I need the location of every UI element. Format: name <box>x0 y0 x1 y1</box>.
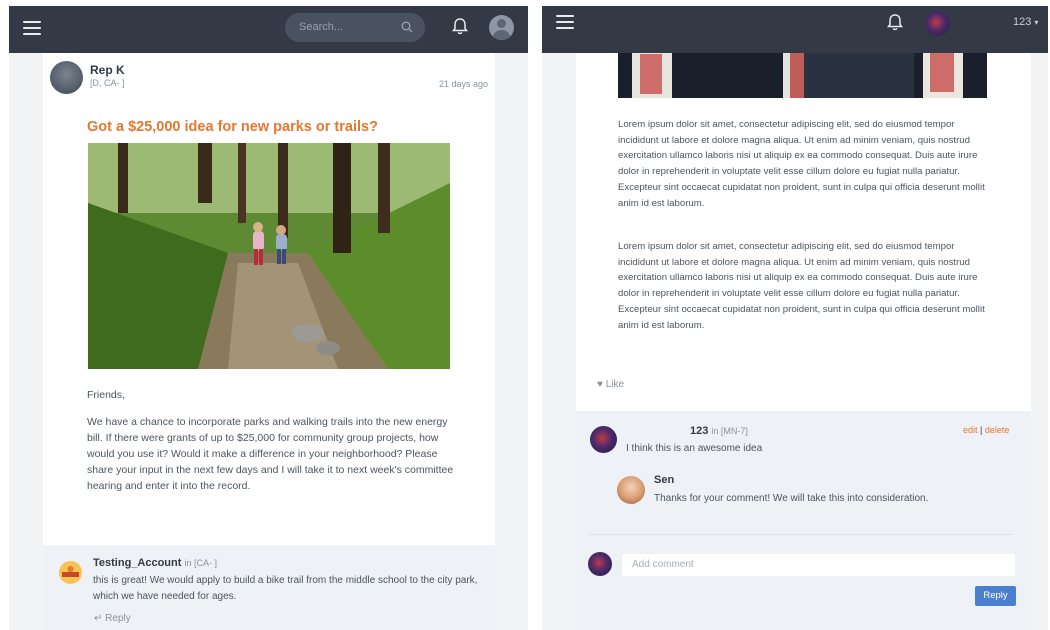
commenter-name[interactable]: 123 <box>690 425 708 437</box>
search-icon <box>401 21 413 33</box>
my-avatar <box>588 552 612 576</box>
right-screen: 123 ▾ Lorem ipsum dolor sit amet, consec… <box>542 6 1048 630</box>
seal-logo-icon <box>59 561 82 584</box>
search-input[interactable]: Search... <box>285 13 425 42</box>
bell-icon[interactable] <box>452 17 468 36</box>
commenter-location: in [MN-7] <box>711 426 748 436</box>
top-navbar: 123 ▾ <box>542 6 1048 53</box>
post-paragraph: Lorem ipsum dolor sit amet, consectetur … <box>618 241 985 331</box>
rep-avatar[interactable] <box>50 61 83 94</box>
like-label: Like <box>605 379 625 390</box>
reply-author[interactable]: Sen <box>654 474 674 486</box>
add-comment-input[interactable]: Add comment <box>622 554 1015 576</box>
post-title: Got a $25,000 idea for new parks or trai… <box>87 119 378 135</box>
comment-text: I think this is an awesome idea <box>626 443 763 454</box>
post-timestamp: 21 days ago <box>438 79 488 89</box>
divider <box>588 534 1013 535</box>
press-photo <box>618 46 987 98</box>
bell-icon[interactable] <box>887 13 903 32</box>
reply-link[interactable]: ↵ Reply <box>94 613 131 624</box>
top-navbar: Search... <box>9 6 528 53</box>
user-avatar[interactable] <box>489 15 514 40</box>
edit-link[interactable]: edit <box>963 425 978 435</box>
add-comment-placeholder: Add comment <box>632 559 694 570</box>
trail-photo <box>88 143 450 369</box>
flags-illustration <box>618 46 987 98</box>
search-placeholder: Search... <box>299 21 344 33</box>
user-avatar[interactable] <box>925 11 950 36</box>
post-card <box>576 46 1031 411</box>
commenter-avatar[interactable] <box>590 426 617 453</box>
delete-link[interactable]: delete <box>985 425 1010 435</box>
reply-arrow-icon: ↵ <box>94 613 103 624</box>
hamburger-menu-icon[interactable] <box>23 21 41 35</box>
like-button[interactable]: ♥ Like <box>597 379 624 390</box>
heart-icon: ♥ <box>597 379 603 390</box>
username-menu[interactable]: 123 ▾ <box>1013 16 1038 28</box>
comment-actions: edit | delete <box>963 425 1009 435</box>
commenter-line: Testing_Account in [CA- ] <box>93 557 217 569</box>
separator: | <box>980 425 983 435</box>
commenter-avatar[interactable] <box>59 561 82 584</box>
post-greeting: Friends, <box>87 389 125 401</box>
reply-button[interactable]: Reply <box>975 586 1016 606</box>
hamburger-menu-icon[interactable] <box>556 15 574 29</box>
reply-label: Reply <box>105 613 131 624</box>
reply-text: Thanks for your comment! We will take th… <box>654 493 929 504</box>
post-body: We have a chance to incorporate parks an… <box>87 416 454 492</box>
commenter-line: 123 in [MN-7] <box>690 425 748 437</box>
post-paragraph: Lorem ipsum dolor sit amet, consectetur … <box>618 119 985 209</box>
author-name[interactable]: Rep K <box>90 63 125 77</box>
commenter-name[interactable]: Testing_Account <box>93 557 181 569</box>
author-district: [D, CA- ] <box>90 78 125 88</box>
chevron-down-icon: ▾ <box>1034 18 1039 27</box>
left-screen: Search... Rep K [D, CA- ] 21 days ago Go… <box>9 6 528 630</box>
official-avatar[interactable] <box>617 476 645 504</box>
username-label: 123 <box>1013 16 1032 28</box>
trail-illustration <box>88 143 450 369</box>
comment-text: this is great! We would apply to build a… <box>93 575 478 602</box>
commenter-location: in [CA- ] <box>184 558 217 568</box>
